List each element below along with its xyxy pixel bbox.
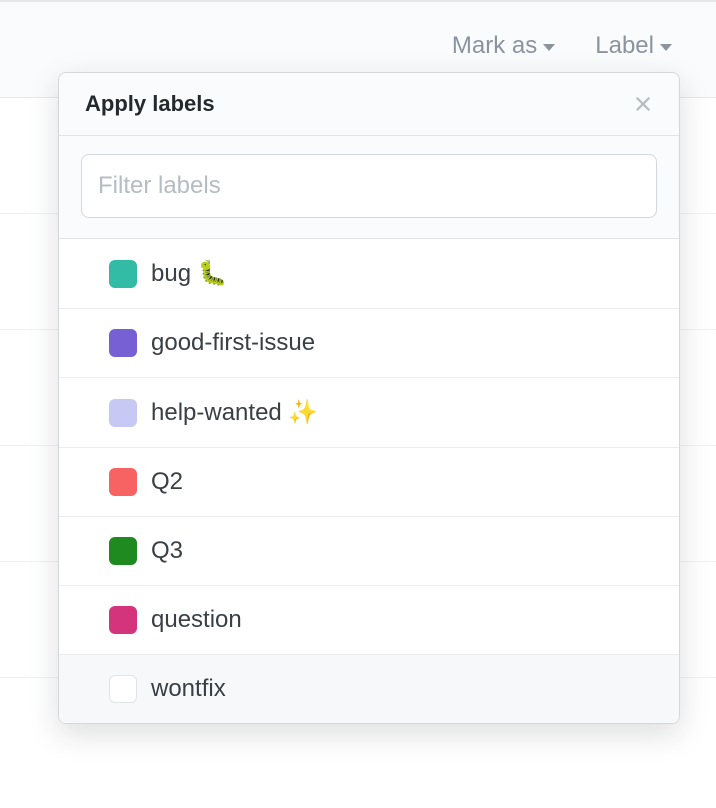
filter-labels-input[interactable] — [81, 154, 657, 218]
label-swatch — [109, 329, 137, 357]
label-swatch — [109, 675, 137, 703]
filter-container — [59, 136, 679, 239]
label-swatch — [109, 537, 137, 565]
label-list: bug 🐛 good-first-issue help-wanted ✨ Q2 … — [59, 239, 679, 723]
label-swatch — [109, 399, 137, 427]
label-item-q3[interactable]: Q3 — [59, 517, 679, 586]
label-item-bug[interactable]: bug 🐛 — [59, 239, 679, 309]
label-name: good-first-issue — [151, 329, 315, 357]
label-item-question[interactable]: question — [59, 586, 679, 655]
label-item-wontfix[interactable]: wontfix — [59, 655, 679, 723]
label-swatch — [109, 468, 137, 496]
label-item-good-first-issue[interactable]: good-first-issue — [59, 309, 679, 378]
close-icon — [631, 92, 655, 116]
label-name: wontfix — [151, 675, 226, 703]
label-name: Q2 — [151, 468, 183, 496]
label-name: question — [151, 606, 242, 634]
labels-dropdown: Apply labels bug 🐛 good-first-issue help… — [58, 72, 680, 724]
mark-as-label: Mark as — [452, 32, 537, 60]
label-swatch — [109, 606, 137, 634]
dropdown-title: Apply labels — [85, 91, 215, 117]
label-button[interactable]: Label — [595, 32, 672, 60]
caret-down-icon — [543, 44, 555, 51]
label-name: Q3 — [151, 537, 183, 565]
label-item-help-wanted[interactable]: help-wanted ✨ — [59, 378, 679, 448]
label-swatch — [109, 260, 137, 288]
label-name: help-wanted ✨ — [151, 398, 318, 427]
close-button[interactable] — [631, 92, 655, 116]
mark-as-button[interactable]: Mark as — [452, 32, 555, 60]
label-item-q2[interactable]: Q2 — [59, 448, 679, 517]
caret-down-icon — [660, 44, 672, 51]
label-name: bug 🐛 — [151, 259, 228, 288]
label-button-label: Label — [595, 32, 654, 60]
dropdown-header: Apply labels — [59, 73, 679, 136]
